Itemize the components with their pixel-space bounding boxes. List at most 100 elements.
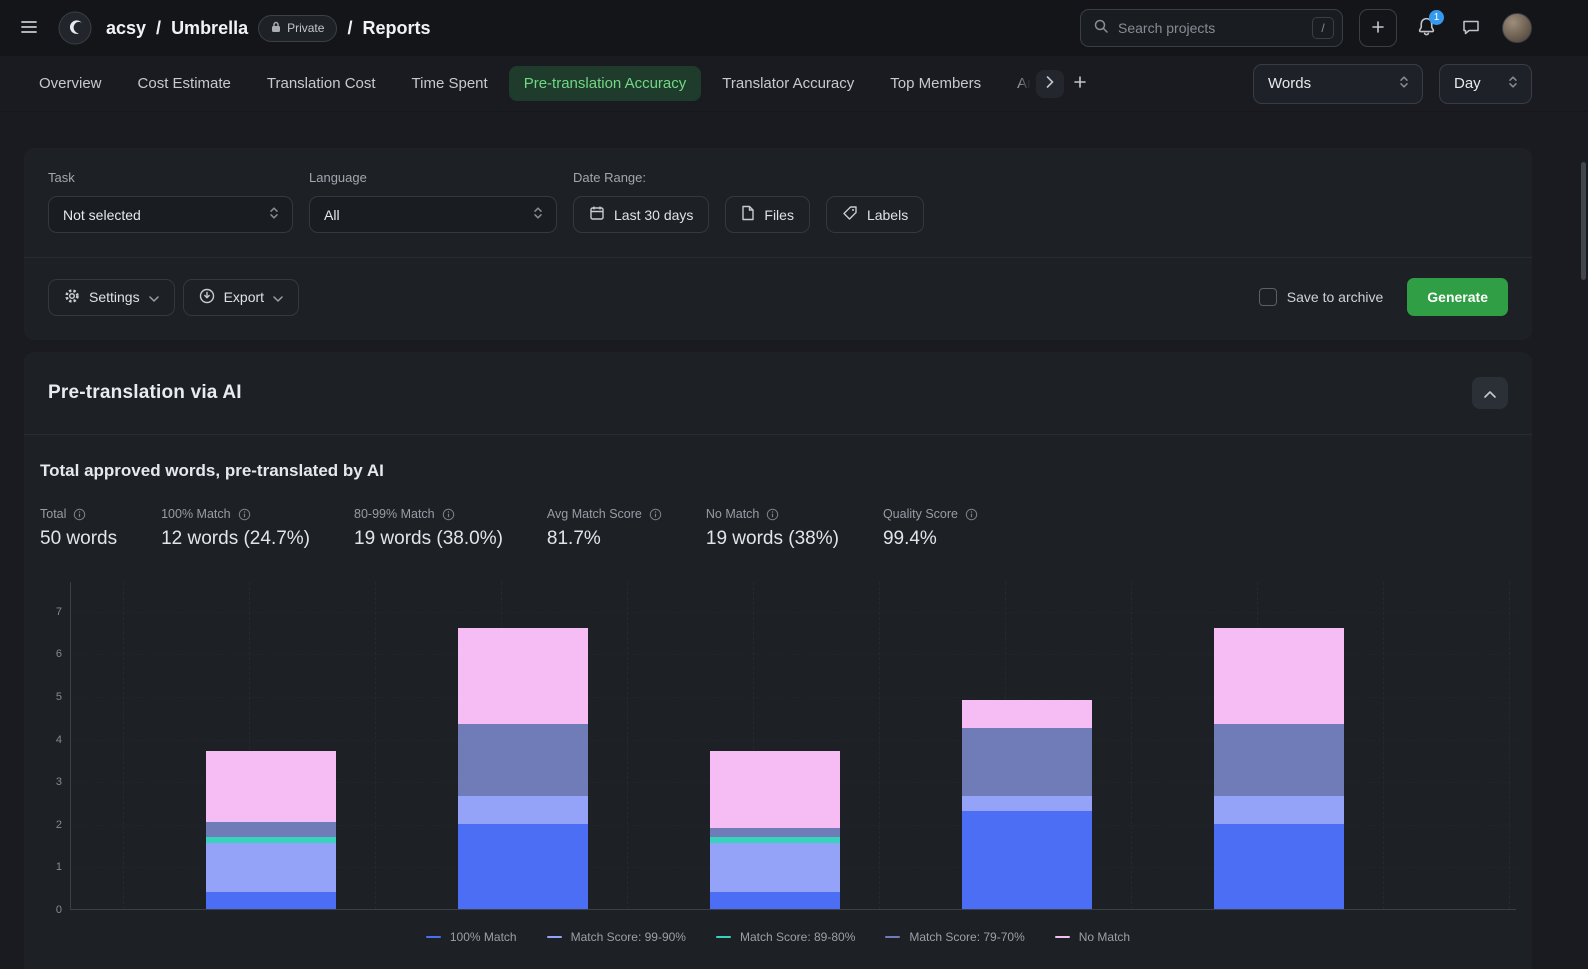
period-select[interactable]: Day xyxy=(1439,64,1532,104)
legend-item-100-match[interactable]: 100% Match xyxy=(426,930,517,944)
bar-group-4[interactable] xyxy=(962,700,1092,909)
legend-label: Match Score: 89-80% xyxy=(740,930,855,944)
legend-dash xyxy=(716,936,731,938)
legend-item-match-score-79-70[interactable]: Match Score: 79-70% xyxy=(885,930,1024,944)
unit-select-value: Words xyxy=(1268,75,1311,92)
collapse-card-button[interactable] xyxy=(1472,377,1508,409)
stat-no-match: No Match19 words (38%) xyxy=(706,507,839,550)
tab-cost-estimate[interactable]: Cost Estimate xyxy=(123,66,246,101)
bar-segment-no-match[interactable] xyxy=(206,751,336,821)
export-button[interactable]: Export xyxy=(183,279,299,316)
breadcrumb-separator-2: / xyxy=(347,18,352,39)
info-icon[interactable] xyxy=(649,508,662,521)
language-field: Language All xyxy=(309,170,557,233)
bar-segment-match-score-79-70[interactable] xyxy=(1214,724,1344,796)
date-range-button[interactable]: Last 30 days xyxy=(573,196,709,233)
chevron-up-icon xyxy=(1484,386,1496,401)
info-icon[interactable] xyxy=(442,508,455,521)
calendar-icon xyxy=(589,205,605,224)
search-box[interactable]: / xyxy=(1080,9,1343,47)
labels-filter-button[interactable]: Labels xyxy=(826,196,924,233)
breadcrumb-org[interactable]: acsy xyxy=(106,18,146,39)
chart-section-title: Total approved words, pre-translated by … xyxy=(40,461,1516,481)
bar-segment-match-score-79-70[interactable] xyxy=(206,822,336,837)
export-label: Export xyxy=(224,289,264,305)
bar-segment-no-match[interactable] xyxy=(962,700,1092,728)
breadcrumb-project[interactable]: Umbrella xyxy=(171,18,248,39)
tag-icon xyxy=(842,205,858,224)
tab-top-members[interactable]: Top Members xyxy=(875,66,996,101)
add-report-tab-button[interactable] xyxy=(1068,70,1092,97)
page-scrollbar[interactable] xyxy=(1581,162,1586,280)
legend-item-match-score-89-80[interactable]: Match Score: 89-80% xyxy=(716,930,855,944)
create-button[interactable] xyxy=(1359,9,1397,47)
messages-button[interactable] xyxy=(1456,12,1486,45)
bar-segment-100-match[interactable] xyxy=(206,892,336,909)
chevron-right-icon xyxy=(1046,76,1054,91)
bar-segment-match-score-99-90[interactable] xyxy=(206,843,336,892)
hamburger-menu-button[interactable] xyxy=(14,12,44,45)
info-icon[interactable] xyxy=(73,508,86,521)
top-bar: acsy / Umbrella Private / Reports / 1 xyxy=(0,0,1588,56)
filter-divider xyxy=(24,257,1532,258)
bar-segment-match-score-79-70[interactable] xyxy=(962,728,1092,796)
legend-item-no-match[interactable]: No Match xyxy=(1055,930,1130,944)
bar-segment-match-score-99-90[interactable] xyxy=(710,843,840,892)
search-input[interactable] xyxy=(1118,20,1303,36)
top-bar-actions: / 1 xyxy=(1080,9,1532,47)
bar-segment-match-score-79-70[interactable] xyxy=(458,724,588,796)
bar-segment-100-match[interactable] xyxy=(1214,824,1344,909)
task-field: Task Not selected xyxy=(48,170,293,233)
bar-group-5[interactable] xyxy=(1214,628,1344,909)
legend-item-match-score-99-90[interactable]: Match Score: 99-90% xyxy=(547,930,686,944)
tab-pre-translation-accuracy[interactable]: Pre-translation Accuracy xyxy=(509,66,702,101)
bar-segment-match-score-99-90[interactable] xyxy=(962,796,1092,811)
user-avatar[interactable] xyxy=(1502,13,1532,43)
bar-group-1[interactable] xyxy=(206,751,336,909)
bar-segment-100-match[interactable] xyxy=(962,811,1092,909)
bar-segment-no-match[interactable] xyxy=(458,628,588,724)
info-icon[interactable] xyxy=(965,508,978,521)
bar-segment-match-score-99-90[interactable] xyxy=(1214,796,1344,824)
stat-label-text: Quality Score xyxy=(883,507,958,521)
gridline-vertical xyxy=(879,582,880,909)
gridline-horizontal xyxy=(71,612,1516,613)
bar-segment-match-score-79-70[interactable] xyxy=(710,828,840,837)
language-select-value: All xyxy=(324,207,340,223)
bar-segment-100-match[interactable] xyxy=(458,824,588,909)
date-range-value: Last 30 days xyxy=(614,207,693,223)
task-label: Task xyxy=(48,170,293,185)
files-filter-button[interactable]: Files xyxy=(725,196,810,233)
tab-time-spent[interactable]: Time Spent xyxy=(397,66,503,101)
stat-label-text: Avg Match Score xyxy=(547,507,642,521)
bar-group-2[interactable] xyxy=(458,628,588,909)
stat-avg-match-score: Avg Match Score81.7% xyxy=(547,507,662,550)
stat-label: 80-99% Match xyxy=(354,507,503,521)
save-to-archive-option[interactable]: Save to archive xyxy=(1259,288,1384,306)
tab-translator-accuracy[interactable]: Translator Accuracy xyxy=(707,66,869,101)
bar-segment-match-score-99-90[interactable] xyxy=(458,796,588,824)
notifications-button[interactable]: 1 xyxy=(1413,13,1440,43)
tab-ar[interactable]: Ar xyxy=(1002,66,1032,101)
language-select[interactable]: All xyxy=(309,196,557,233)
info-icon[interactable] xyxy=(766,508,779,521)
settings-button[interactable]: Settings xyxy=(48,279,175,316)
stat-value: 99.4% xyxy=(883,528,978,550)
save-to-archive-checkbox[interactable] xyxy=(1259,288,1277,306)
bar-group-3[interactable] xyxy=(710,751,840,909)
bar-segment-no-match[interactable] xyxy=(1214,628,1344,724)
generate-button[interactable]: Generate xyxy=(1407,278,1508,316)
bar-segment-100-match[interactable] xyxy=(710,892,840,909)
tabs-scroll-right-button[interactable] xyxy=(1036,70,1064,98)
task-select[interactable]: Not selected xyxy=(48,196,293,233)
unit-select[interactable]: Words xyxy=(1253,64,1423,104)
stat-label-text: Total xyxy=(40,507,66,521)
pretranslation-report-card: Pre-translation via AI Total approved wo… xyxy=(24,352,1532,969)
info-icon[interactable] xyxy=(238,508,251,521)
bar-segment-no-match[interactable] xyxy=(710,751,840,828)
tab-translation-cost[interactable]: Translation Cost xyxy=(252,66,391,101)
select-chevrons-icon xyxy=(1507,75,1519,93)
app-logo[interactable] xyxy=(58,11,92,45)
legend-label: Match Score: 79-70% xyxy=(909,930,1024,944)
tab-overview[interactable]: Overview xyxy=(24,66,117,101)
